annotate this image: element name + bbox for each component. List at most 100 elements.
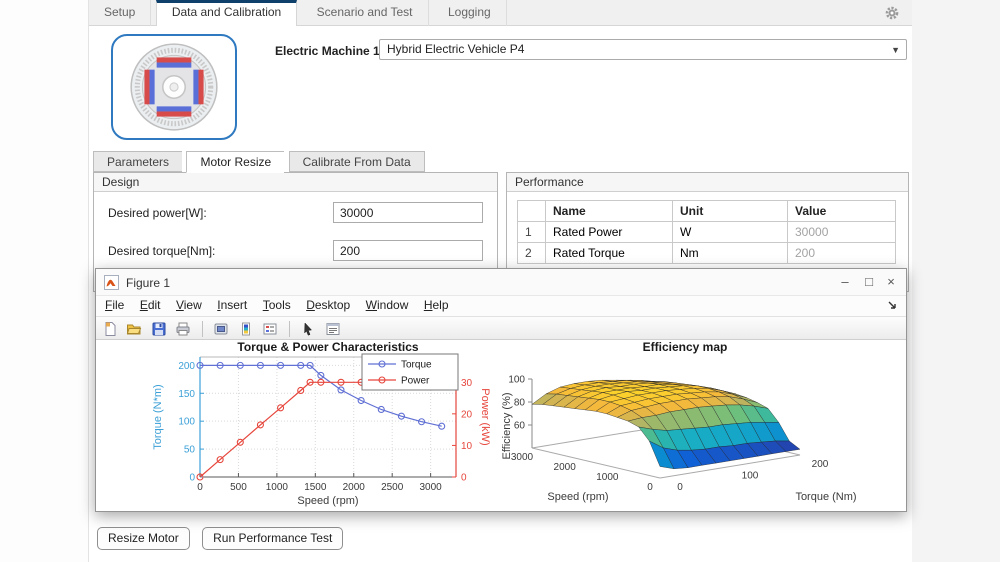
toolbar-separator	[288, 321, 290, 337]
svg-text:Speed (rpm): Speed (rpm)	[547, 491, 608, 503]
svg-text:50: 50	[184, 445, 196, 456]
svg-text:2000: 2000	[554, 462, 577, 473]
tab-setup[interactable]: Setup	[89, 0, 152, 26]
electric-machine-label: Electric Machine 1:	[275, 44, 384, 58]
resize-tabstrip: Parameters Motor Resize Calibrate From D…	[93, 151, 425, 173]
svg-text:10: 10	[461, 441, 473, 452]
figure-window-title: Figure 1	[126, 276, 171, 290]
menu-tools[interactable]: Tools	[263, 298, 291, 312]
menu-help[interactable]: Help	[424, 298, 449, 312]
save-icon[interactable]	[149, 320, 169, 338]
svg-text:100: 100	[508, 375, 525, 386]
svg-text:Torque (Nm): Torque (Nm)	[795, 491, 856, 503]
insert-legend-icon[interactable]	[260, 320, 280, 338]
torque-power-chart: 0 500 1000 1500 2000 2500 30000501001502000102…	[152, 340, 491, 507]
svg-text:Efficiency (%): Efficiency (%)	[501, 392, 513, 459]
col-value: Value	[787, 200, 896, 222]
svg-text:1000: 1000	[266, 482, 289, 493]
figure-toolbar	[96, 316, 906, 340]
pointer-icon[interactable]	[298, 320, 318, 338]
performance-table: Name Unit Value 1 Rated Power W 30000 2 …	[517, 200, 896, 264]
link-plot-icon[interactable]	[211, 320, 231, 338]
svg-text:Power (kW): Power (kW)	[479, 388, 491, 445]
open-file-icon[interactable]	[124, 320, 144, 338]
design-panel-title: Design	[94, 173, 497, 192]
figure-canvas: 0 500 1000 1500 2000 2500 3000 0 50 100 150 200 0 10 2…	[96, 340, 906, 511]
electric-machine-select[interactable]: Hybrid Electric Vehicle P4 ▼	[379, 39, 907, 60]
menu-desktop[interactable]: Desktop	[306, 298, 350, 312]
menu-file[interactable]: File	[105, 298, 124, 312]
page-right-gutter	[912, 0, 1000, 562]
figure-window: Figure 1 – □ × File Edit View Insert Too…	[95, 268, 907, 512]
svg-text:30: 30	[461, 378, 473, 389]
svg-text:80: 80	[514, 398, 526, 409]
svg-text:Power: Power	[401, 376, 430, 387]
svg-text:0: 0	[677, 482, 683, 493]
minimize-button[interactable]: –	[834, 269, 856, 295]
svg-text:0: 0	[461, 473, 467, 484]
menu-view[interactable]: View	[176, 298, 202, 312]
print-icon[interactable]	[173, 320, 193, 338]
figure-titlebar[interactable]: Figure 1 – □ ×	[96, 269, 906, 296]
svg-text:Torque & Power Characteristics: Torque & Power Characteristics	[237, 340, 418, 354]
colorbar-icon[interactable]	[236, 320, 256, 338]
performance-panel-title: Performance	[507, 173, 908, 192]
svg-text:0: 0	[647, 482, 653, 493]
svg-text:100: 100	[178, 417, 195, 428]
tab-data-and-calibration[interactable]: Data and Calibration	[155, 0, 298, 26]
dropdown-arrow-icon: ▼	[891, 45, 900, 55]
svg-text:2000: 2000	[343, 482, 366, 493]
new-file-icon[interactable]	[100, 320, 120, 338]
dock-figure-icon[interactable]	[887, 300, 899, 312]
toolbar-separator	[201, 321, 203, 337]
tab-parameters[interactable]: Parameters	[93, 151, 183, 172]
table-row[interactable]: 1 Rated Power W 30000	[517, 221, 896, 243]
svg-text:20: 20	[461, 409, 473, 420]
col-name: Name	[545, 200, 673, 222]
close-button[interactable]: ×	[880, 269, 902, 295]
svg-text:1000: 1000	[596, 472, 619, 483]
svg-text:200: 200	[812, 459, 829, 470]
gear-icon[interactable]	[884, 5, 900, 21]
tab-scenario-and-test[interactable]: Scenario and Test	[302, 0, 429, 26]
menu-insert[interactable]: Insert	[217, 298, 247, 312]
col-unit: Unit	[672, 200, 788, 222]
menu-edit[interactable]: Edit	[140, 298, 161, 312]
svg-text:200: 200	[178, 361, 195, 372]
svg-text:3000: 3000	[420, 482, 443, 493]
performance-header-row: Name Unit Value	[517, 200, 896, 222]
svg-text:1500: 1500	[304, 482, 327, 493]
svg-text:0: 0	[197, 482, 203, 493]
maximize-button[interactable]: □	[858, 269, 880, 295]
main-tabstrip: Setup Data and Calibration Scenario and …	[89, 0, 912, 26]
svg-text:Efficiency map: Efficiency map	[643, 340, 728, 354]
desired-torque-label: Desired torque[Nm]:	[108, 244, 216, 258]
menu-window[interactable]: Window	[366, 298, 409, 312]
svg-text:Torque: Torque	[401, 360, 432, 371]
electric-machine-selected-value: Hybrid Electric Vehicle P4	[387, 42, 525, 56]
svg-text:2500: 2500	[381, 482, 404, 493]
tab-logging[interactable]: Logging	[433, 0, 507, 26]
desired-power-label: Desired power[W]:	[108, 206, 207, 220]
property-editor-icon[interactable]	[323, 320, 343, 338]
svg-text:0: 0	[189, 473, 195, 484]
resize-motor-button[interactable]: Resize Motor	[97, 527, 190, 550]
svg-text:150: 150	[178, 389, 195, 400]
desired-torque-input[interactable]	[333, 240, 483, 261]
svg-text:3000: 3000	[511, 452, 534, 463]
motor-cross-section-icon	[130, 43, 218, 131]
svg-text:60: 60	[514, 421, 526, 432]
figure-menubar: File Edit View Insert Tools Desktop Wind…	[96, 296, 906, 316]
tab-motor-resize[interactable]: Motor Resize	[186, 151, 285, 173]
run-performance-test-button[interactable]: Run Performance Test	[202, 527, 344, 550]
svg-text:Speed (rpm): Speed (rpm)	[297, 495, 358, 507]
table-row[interactable]: 2 Rated Torque Nm 200	[517, 242, 896, 264]
svg-text:100: 100	[742, 471, 759, 482]
efficiency-map-chart: 608010001002000100020003000Efficiency ma…	[501, 340, 857, 503]
matlab-figure-icon	[104, 275, 119, 290]
svg-text:Torque (N*m): Torque (N*m)	[152, 384, 164, 449]
svg-text:500: 500	[230, 482, 247, 493]
motor-thumbnail-card	[111, 34, 237, 140]
desired-power-input[interactable]	[333, 202, 483, 223]
tab-calibrate-from-data[interactable]: Calibrate From Data	[288, 151, 425, 172]
